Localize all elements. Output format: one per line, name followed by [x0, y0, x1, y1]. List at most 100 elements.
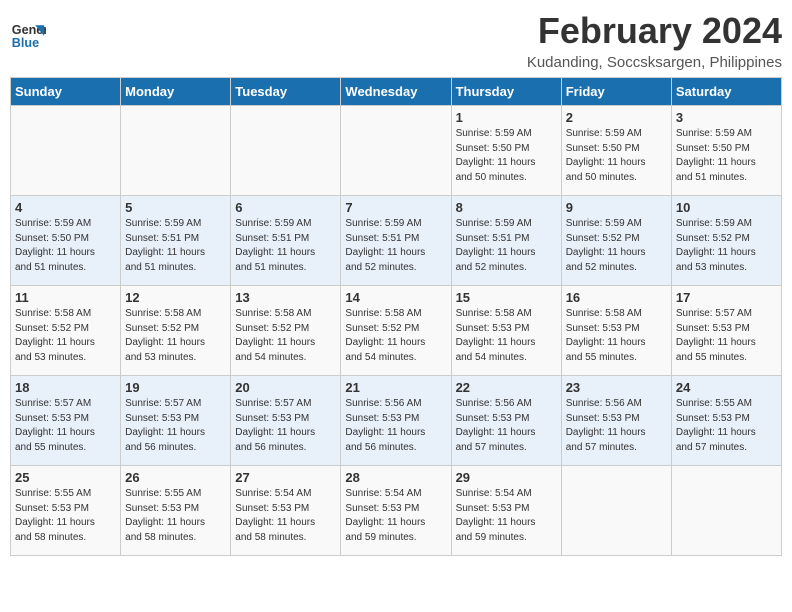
- calendar-cell: 17 Sunrise: 5:57 AM Sunset: 5:53 PM Dayli…: [671, 286, 781, 376]
- day-number: 4: [15, 200, 116, 215]
- day-info: Sunrise: 5:56 AM Sunset: 5:53 PM Dayligh…: [566, 397, 667, 455]
- weekday-header: Monday: [121, 78, 231, 106]
- day-info: Sunrise: 5:56 AM Sunset: 5:53 PM Dayligh…: [456, 397, 557, 455]
- weekday-header: Saturday: [671, 78, 781, 106]
- day-number: 12: [125, 290, 226, 305]
- calendar-cell: 25 Sunrise: 5:55 AM Sunset: 5:53 PM Dayli…: [11, 466, 121, 556]
- day-number: 10: [676, 200, 777, 215]
- calendar-cell: 27 Sunrise: 5:54 AM Sunset: 5:53 PM Dayli…: [231, 466, 341, 556]
- title-area: February 2024 Kudanding, Soccsksargen, P…: [527, 10, 782, 71]
- day-info: Sunrise: 5:59 AM Sunset: 5:50 PM Dayligh…: [676, 127, 777, 185]
- day-number: 11: [15, 290, 116, 305]
- day-info: Sunrise: 5:57 AM Sunset: 5:53 PM Dayligh…: [15, 397, 116, 455]
- day-number: 18: [15, 380, 116, 395]
- day-number: 3: [676, 110, 777, 125]
- day-info: Sunrise: 5:57 AM Sunset: 5:53 PM Dayligh…: [676, 307, 777, 365]
- calendar-cell: 15 Sunrise: 5:58 AM Sunset: 5:53 PM Dayli…: [451, 286, 561, 376]
- day-info: Sunrise: 5:59 AM Sunset: 5:51 PM Dayligh…: [125, 217, 226, 275]
- calendar-cell: [671, 466, 781, 556]
- weekday-header: Friday: [561, 78, 671, 106]
- calendar-cell: [341, 106, 451, 196]
- day-info: Sunrise: 5:58 AM Sunset: 5:52 PM Dayligh…: [235, 307, 336, 365]
- weekday-header: Thursday: [451, 78, 561, 106]
- calendar-cell: 16Sunrise: 5:58 AM Sunset: 5:53 PM Dayli…: [561, 286, 671, 376]
- calendar-body: 1Sunrise: 5:59 AM Sunset: 5:50 PM Daylig…: [11, 106, 782, 556]
- header: General Blue February 2024 Kudanding, So…: [10, 10, 782, 71]
- weekday-header: Tuesday: [231, 78, 341, 106]
- day-info: Sunrise: 5:58 AM Sunset: 5:52 PM Dayligh…: [345, 307, 446, 365]
- day-number: 24: [676, 380, 777, 395]
- logo-icon: General Blue: [10, 18, 46, 54]
- calendar-cell: 8 Sunrise: 5:59 AM Sunset: 5:51 PM Daylig…: [451, 196, 561, 286]
- day-info: Sunrise: 5:58 AM Sunset: 5:52 PM Dayligh…: [125, 307, 226, 365]
- calendar-cell: 12 Sunrise: 5:58 AM Sunset: 5:52 PM Dayli…: [121, 286, 231, 376]
- day-number: 28: [345, 470, 446, 485]
- svg-text:Blue: Blue: [12, 36, 39, 50]
- calendar-cell: 6 Sunrise: 5:59 AM Sunset: 5:51 PM Daylig…: [231, 196, 341, 286]
- day-number: 7: [345, 200, 446, 215]
- day-info: Sunrise: 5:58 AM Sunset: 5:53 PM Dayligh…: [456, 307, 557, 365]
- calendar-week-row: 11 Sunrise: 5:58 AM Sunset: 5:52 PM Dayli…: [11, 286, 782, 376]
- calendar-cell: 10 Sunrise: 5:59 AM Sunset: 5:52 PM Dayli…: [671, 196, 781, 286]
- calendar-cell: 26Sunrise: 5:55 AM Sunset: 5:53 PM Dayli…: [121, 466, 231, 556]
- day-number: 21: [345, 380, 446, 395]
- day-info: Sunrise: 5:59 AM Sunset: 5:51 PM Dayligh…: [456, 217, 557, 275]
- calendar-cell: 9 Sunrise: 5:59 AM Sunset: 5:52 PM Daylig…: [561, 196, 671, 286]
- day-info: Sunrise: 5:54 AM Sunset: 5:53 PM Dayligh…: [345, 487, 446, 545]
- day-info: Sunrise: 5:59 AM Sunset: 5:51 PM Dayligh…: [235, 217, 336, 275]
- calendar-cell: 13Sunrise: 5:58 AM Sunset: 5:52 PM Dayli…: [231, 286, 341, 376]
- weekday-header: Wednesday: [341, 78, 451, 106]
- day-number: 17: [676, 290, 777, 305]
- calendar-cell: 14 Sunrise: 5:58 AM Sunset: 5:52 PM Dayli…: [341, 286, 451, 376]
- day-number: 5: [125, 200, 226, 215]
- day-info: Sunrise: 5:59 AM Sunset: 5:50 PM Dayligh…: [566, 127, 667, 185]
- day-info: Sunrise: 5:59 AM Sunset: 5:51 PM Dayligh…: [345, 217, 446, 275]
- day-number: 8: [456, 200, 557, 215]
- day-info: Sunrise: 5:57 AM Sunset: 5:53 PM Dayligh…: [125, 397, 226, 455]
- day-number: 9: [566, 200, 667, 215]
- calendar-cell: 24 Sunrise: 5:55 AM Sunset: 5:53 PM Dayli…: [671, 376, 781, 466]
- day-info: Sunrise: 5:58 AM Sunset: 5:52 PM Dayligh…: [15, 307, 116, 365]
- calendar-cell: 11 Sunrise: 5:58 AM Sunset: 5:52 PM Dayli…: [11, 286, 121, 376]
- day-number: 26: [125, 470, 226, 485]
- calendar-cell: 2 Sunrise: 5:59 AM Sunset: 5:50 PM Daylig…: [561, 106, 671, 196]
- month-title: February 2024: [527, 10, 782, 52]
- day-info: Sunrise: 5:55 AM Sunset: 5:53 PM Dayligh…: [676, 397, 777, 455]
- location-title: Kudanding, Soccsksargen, Philippines: [527, 54, 782, 71]
- day-info: Sunrise: 5:59 AM Sunset: 5:52 PM Dayligh…: [676, 217, 777, 275]
- day-info: Sunrise: 5:59 AM Sunset: 5:50 PM Dayligh…: [456, 127, 557, 185]
- day-number: 22: [456, 380, 557, 395]
- day-info: Sunrise: 5:55 AM Sunset: 5:53 PM Dayligh…: [15, 487, 116, 545]
- calendar-cell: [561, 466, 671, 556]
- day-number: 27: [235, 470, 336, 485]
- calendar-cell: 28 Sunrise: 5:54 AM Sunset: 5:53 PM Dayli…: [341, 466, 451, 556]
- day-number: 2: [566, 110, 667, 125]
- logo: General Blue: [10, 18, 46, 54]
- calendar-cell: 5 Sunrise: 5:59 AM Sunset: 5:51 PM Daylig…: [121, 196, 231, 286]
- day-number: 16: [566, 290, 667, 305]
- calendar-cell: 29Sunrise: 5:54 AM Sunset: 5:53 PM Dayli…: [451, 466, 561, 556]
- day-info: Sunrise: 5:54 AM Sunset: 5:53 PM Dayligh…: [456, 487, 557, 545]
- calendar-cell: [121, 106, 231, 196]
- day-number: 25: [15, 470, 116, 485]
- day-info: Sunrise: 5:56 AM Sunset: 5:53 PM Dayligh…: [345, 397, 446, 455]
- day-number: 19: [125, 380, 226, 395]
- day-info: Sunrise: 5:59 AM Sunset: 5:50 PM Dayligh…: [15, 217, 116, 275]
- calendar-cell: 1Sunrise: 5:59 AM Sunset: 5:50 PM Daylig…: [451, 106, 561, 196]
- day-info: Sunrise: 5:57 AM Sunset: 5:53 PM Dayligh…: [235, 397, 336, 455]
- calendar-cell: 20 Sunrise: 5:57 AM Sunset: 5:53 PM Dayli…: [231, 376, 341, 466]
- day-info: Sunrise: 5:59 AM Sunset: 5:52 PM Dayligh…: [566, 217, 667, 275]
- day-number: 6: [235, 200, 336, 215]
- day-number: 14: [345, 290, 446, 305]
- calendar-cell: 19 Sunrise: 5:57 AM Sunset: 5:53 PM Dayli…: [121, 376, 231, 466]
- day-number: 20: [235, 380, 336, 395]
- calendar-header-row: SundayMondayTuesdayWednesdayThursdayFrid…: [11, 78, 782, 106]
- day-number: 15: [456, 290, 557, 305]
- calendar-cell: 23Sunrise: 5:56 AM Sunset: 5:53 PM Dayli…: [561, 376, 671, 466]
- calendar-table: SundayMondayTuesdayWednesdayThursdayFrid…: [10, 77, 782, 556]
- calendar-cell: 3 Sunrise: 5:59 AM Sunset: 5:50 PM Daylig…: [671, 106, 781, 196]
- day-info: Sunrise: 5:54 AM Sunset: 5:53 PM Dayligh…: [235, 487, 336, 545]
- calendar-week-row: 25 Sunrise: 5:55 AM Sunset: 5:53 PM Dayli…: [11, 466, 782, 556]
- calendar-cell: 21 Sunrise: 5:56 AM Sunset: 5:53 PM Dayli…: [341, 376, 451, 466]
- calendar-cell: [11, 106, 121, 196]
